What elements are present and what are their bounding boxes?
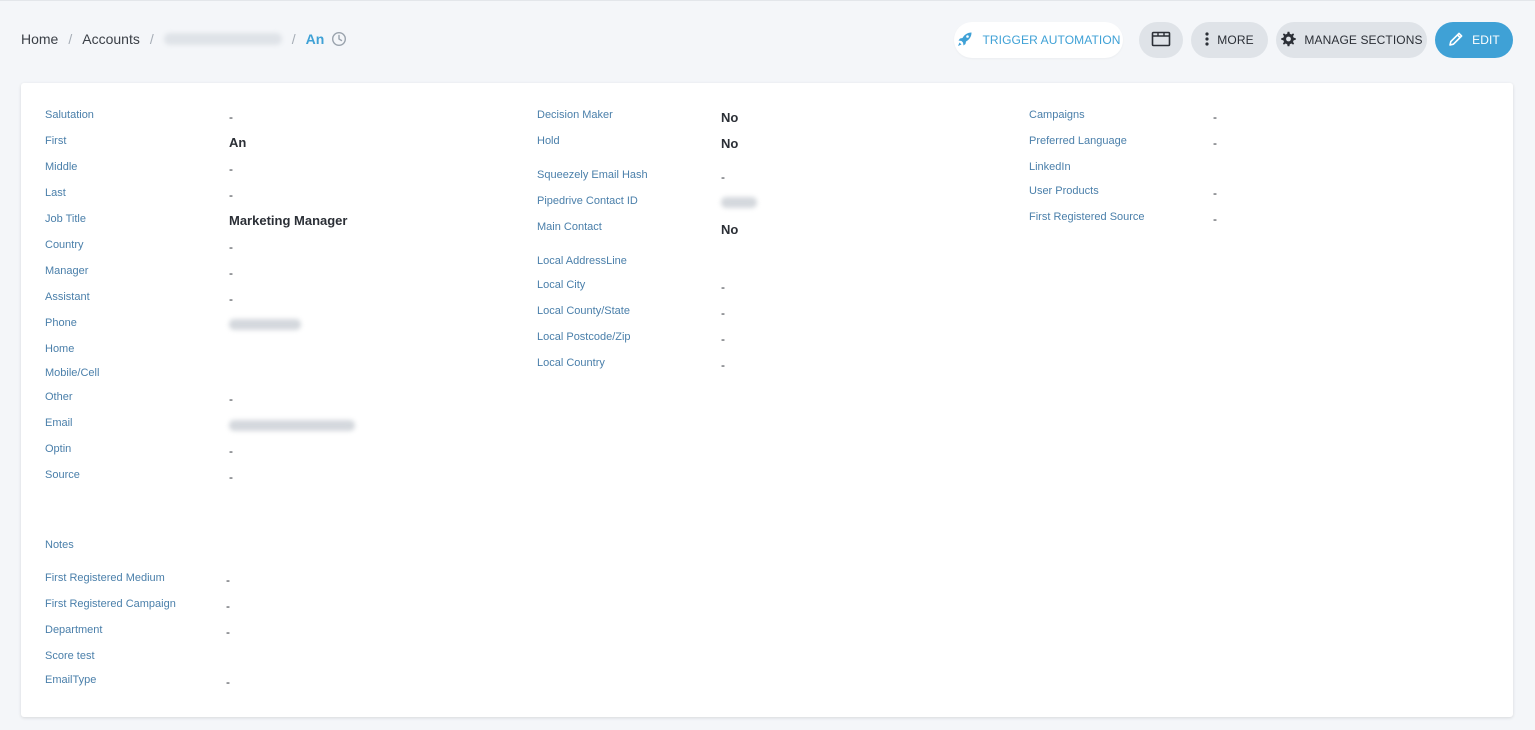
field-value-first-registered-source: - <box>1213 212 1217 226</box>
field-value-local-city: - <box>721 280 725 294</box>
field-label-notes: Notes <box>45 539 74 551</box>
field-label-preferred-language: Preferred Language <box>1029 135 1127 147</box>
field-value-local-postcode-zip: - <box>721 332 725 346</box>
field-value-first: An <box>229 135 247 150</box>
field-label-job-title: Job Title <box>45 213 86 225</box>
edit-button[interactable]: EDIT <box>1435 22 1513 58</box>
field-label-salutation: Salutation <box>45 109 94 121</box>
field-value-phone-redacted[interactable] <box>229 319 301 333</box>
field-label-department: Department <box>45 624 103 636</box>
field-label-first-registered-source: First Registered Source <box>1029 211 1145 223</box>
field-label-email: Email <box>45 417 73 429</box>
breadcrumb-accounts[interactable]: Accounts <box>82 31 140 47</box>
field-label-local-addressline: Local AddressLine <box>537 255 627 267</box>
breadcrumb-separator: / <box>291 31 296 47</box>
trigger-automation-button[interactable]: TRIGGER AUTOMATION <box>954 22 1123 58</box>
contact-details-card: Salutation - First An Middle - Last - Jo… <box>21 83 1513 717</box>
field-value-user-products: - <box>1213 186 1217 200</box>
field-value-source: - <box>229 470 233 484</box>
manage-sections-button[interactable]: MANAGE SECTIONS <box>1276 22 1427 58</box>
breadcrumb-home[interactable]: Home <box>21 31 58 47</box>
field-value-squeezely-email-hash: - <box>721 170 725 184</box>
field-label-phone: Phone <box>45 317 77 329</box>
field-label-hold: Hold <box>537 135 560 147</box>
page-header: Home / Accounts / / An TRIGGER AUTOMATIO… <box>0 20 1535 60</box>
breadcrumb-current: An <box>305 31 325 47</box>
field-value-assistant: - <box>229 292 233 306</box>
field-value-first-registered-campaign: - <box>226 599 230 613</box>
field-label-middle: Middle <box>45 161 78 173</box>
field-value-local-county-state: - <box>721 306 725 320</box>
field-label-local-postcode-zip: Local Postcode/Zip <box>537 331 631 343</box>
pencil-icon <box>1448 31 1472 50</box>
top-divider <box>0 0 1535 1</box>
field-label-first: First <box>45 135 67 147</box>
field-label-score-test: Score test <box>45 650 95 662</box>
manage-sections-label: MANAGE SECTIONS <box>1304 33 1423 47</box>
field-label-pipedrive-contact-id: Pipedrive Contact ID <box>537 195 638 207</box>
window-icon <box>1151 31 1171 50</box>
breadcrumb-separator: / <box>68 31 73 47</box>
field-label-last: Last <box>45 187 66 199</box>
field-value-optin: - <box>229 444 233 458</box>
field-label-decision-maker: Decision Maker <box>537 109 613 121</box>
field-value-country: - <box>229 240 233 254</box>
breadcrumb-separator: / <box>149 31 154 47</box>
field-value-email-redacted[interactable] <box>229 420 355 434</box>
field-label-main-contact: Main Contact <box>537 221 602 233</box>
field-label-emailtype: EmailType <box>45 674 97 686</box>
field-label-assistant: Assistant <box>45 291 90 303</box>
field-label-user-products: User Products <box>1029 185 1099 197</box>
field-label-campaigns: Campaigns <box>1029 109 1085 121</box>
field-label-mobile: Mobile/Cell <box>45 367 100 379</box>
field-value-department: - <box>226 625 230 639</box>
gear-icon <box>1280 31 1304 50</box>
rocket-icon <box>956 30 982 51</box>
vertical-dots-icon <box>1205 31 1217 49</box>
field-label-manager: Manager <box>45 265 89 277</box>
field-value-preferred-language: - <box>1213 136 1217 150</box>
clock-icon[interactable] <box>331 31 347 47</box>
field-label-home: Home <box>45 343 75 355</box>
more-button[interactable]: MORE <box>1191 22 1268 58</box>
field-label-local-country: Local Country <box>537 357 605 369</box>
trigger-automation-label: TRIGGER AUTOMATION <box>982 33 1121 47</box>
field-label-local-county-state: Local County/State <box>537 305 630 317</box>
field-value-last: - <box>229 188 233 202</box>
edit-label: EDIT <box>1472 33 1500 47</box>
field-value-other: - <box>229 392 233 406</box>
field-label-optin: Optin <box>45 443 72 455</box>
field-value-first-registered-medium: - <box>226 573 230 587</box>
field-label-other: Other <box>45 391 73 403</box>
field-value-middle: - <box>229 162 233 176</box>
field-value-main-contact: No <box>721 222 739 237</box>
field-label-country: Country <box>45 239 84 251</box>
field-label-first-registered-medium: First Registered Medium <box>45 572 165 584</box>
field-value-campaigns: - <box>1213 110 1217 124</box>
field-value-pipedrive-contact-id-redacted <box>721 197 757 211</box>
more-label: MORE <box>1217 33 1254 47</box>
field-value-manager: - <box>229 266 233 280</box>
field-value-emailtype: - <box>226 675 230 689</box>
field-label-linkedin: LinkedIn <box>1029 161 1071 173</box>
field-value-hold: No <box>721 136 739 151</box>
field-label-source: Source <box>45 469 80 481</box>
field-label-first-registered-campaign: First Registered Campaign <box>45 598 176 610</box>
field-value-job-title: Marketing Manager <box>229 213 348 228</box>
view-toggle-button[interactable] <box>1139 22 1183 58</box>
field-value-local-country: - <box>721 358 725 372</box>
field-value-decision-maker: No <box>721 110 739 125</box>
field-value-salutation: - <box>229 110 233 124</box>
breadcrumb: Home / Accounts / / An <box>21 31 347 47</box>
field-label-local-city: Local City <box>537 279 586 291</box>
breadcrumb-account-name-redacted[interactable] <box>163 33 282 45</box>
field-label-squeezely-email-hash: Squeezely Email Hash <box>537 169 648 181</box>
